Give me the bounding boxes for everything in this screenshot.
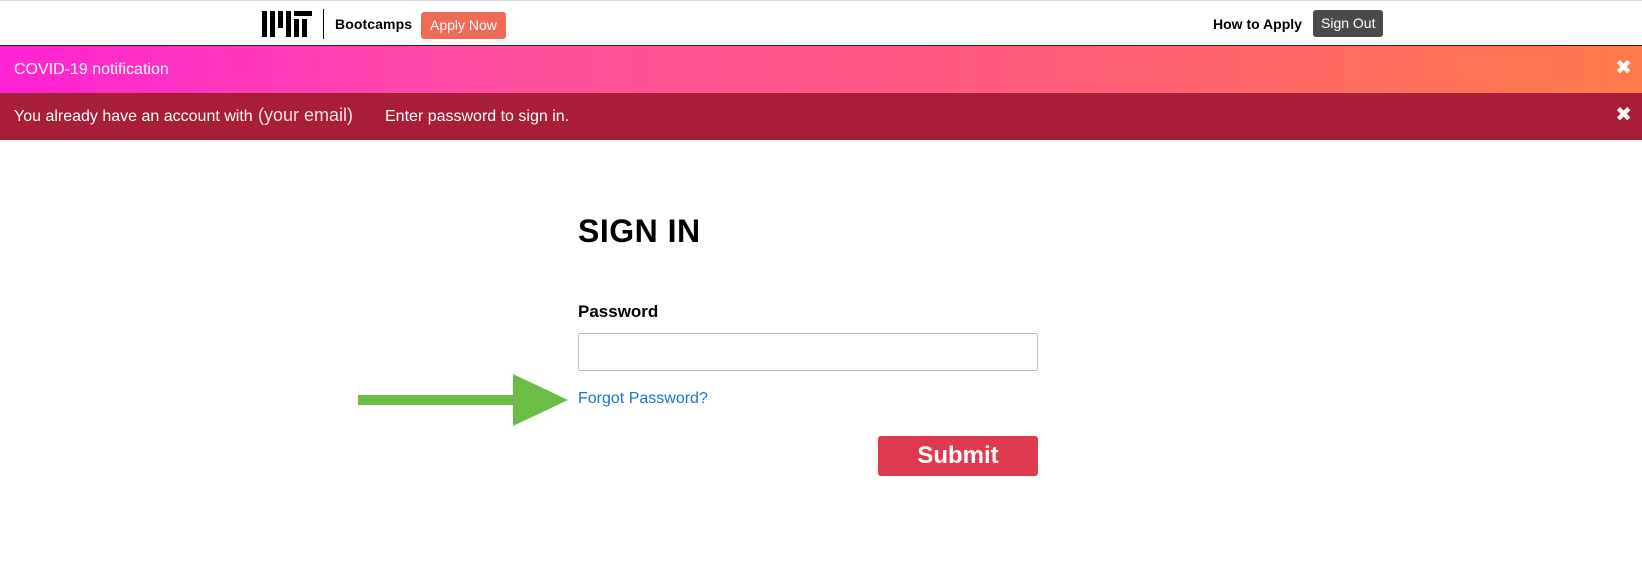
arrow-right-icon — [358, 374, 568, 426]
sign-out-button[interactable]: Sign Out — [1313, 10, 1384, 37]
password-label: Password — [578, 302, 659, 321]
covid-banner: COVID-19 notification ✖ — [0, 46, 1642, 93]
account-message-suffix: Enter password to sign in. — [385, 108, 570, 125]
how-to-apply-link[interactable]: How to Apply — [1213, 16, 1302, 32]
apply-now-button[interactable]: Apply Now — [421, 12, 506, 39]
close-icon[interactable]: ✖ — [1615, 105, 1632, 125]
email-placeholder: (your email) — [258, 105, 354, 125]
logo-divider — [323, 9, 324, 39]
covid-notification-link[interactable]: COVID-19 notification — [14, 61, 169, 79]
close-icon[interactable]: ✖ — [1615, 58, 1632, 78]
account-exists-banner: You already have an account with (your e… — [0, 93, 1642, 140]
page-title: SIGN IN — [578, 213, 701, 249]
brand-name[interactable]: Bootcamps — [335, 16, 412, 32]
submit-button[interactable]: Submit — [878, 436, 1038, 476]
account-message-prefix: You already have an account with — [14, 108, 253, 125]
password-field[interactable] — [578, 333, 1038, 371]
mit-logo-icon[interactable] — [262, 11, 312, 37]
forgot-password-link[interactable]: Forgot Password? — [578, 390, 708, 408]
top-nav: Bootcamps Apply Now How to Apply Sign Ou… — [0, 0, 1642, 46]
